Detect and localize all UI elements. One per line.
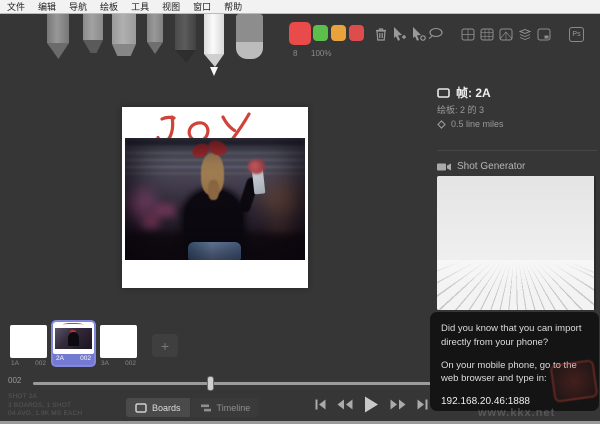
tool-brush-pen[interactable] [83,14,103,53]
frame-header: 帧: 2A [437,84,491,101]
duplicate-cursor-icon[interactable] [391,26,407,42]
stats-line-3: 04 AVG, 1.9K MS EACH [8,410,82,419]
menu-edit[interactable]: 编辑 [38,0,56,13]
photoshop-edit-button[interactable]: Ps [569,27,584,42]
thumbnail-id: 1A [11,360,19,367]
menu-file[interactable]: 文件 [7,0,25,13]
pen-mileage-row: 0.5 line miles [437,119,504,129]
view-mode-toggle: Boards Timeline [126,398,259,417]
board-thumbnail-2A-selected[interactable]: 2A 002 [51,320,96,367]
stats-line-2: 3 BOARDS, 1 SHOT [8,402,82,411]
watermark-stamp [550,359,599,403]
shot-generator-header: Shot Generator [437,161,525,172]
thumbnail-duration: 002 [80,355,91,362]
diamond-icon [437,120,446,129]
board-thumbnail-3A[interactable]: 3A 002 [100,325,137,367]
previous-board-button[interactable] [336,398,354,411]
shot-generator-preview[interactable] [437,176,596,310]
frame-title: 帧: 2A [456,84,491,101]
storyboarder-window: 文件 编辑 导航 绘板 工具 视图 窗口 帮助 8 100% [0,0,600,424]
menu-help[interactable]: 帮助 [224,0,242,13]
grid-icon[interactable] [461,28,475,41]
tool-marker[interactable] [112,14,136,56]
brush-size-value: 8 [293,49,297,58]
captions-icon[interactable] [537,28,551,41]
thumbnail-id: 3A [101,360,109,367]
board-thumbnail-1A[interactable]: 1A 002 [10,325,47,367]
playback-controls [314,395,429,414]
next-board-button[interactable] [389,398,407,411]
palette-color-green[interactable] [313,25,328,41]
shot-generator-title: Shot Generator [457,161,525,172]
timeline-label: Timeline [217,403,251,413]
camera-icon [437,162,451,172]
menu-bar: 文件 编辑 导航 绘板 工具 视图 窗口 帮助 [0,0,600,14]
palette-color-orange[interactable] [331,25,346,41]
tool-eraser[interactable] [236,14,263,59]
sidebar-divider [437,150,597,151]
boards-label: Boards [152,403,181,413]
add-board-button[interactable]: + [152,334,178,357]
current-color-swatch[interactable] [289,22,311,45]
board-frame-icon [437,88,450,98]
menu-navigation[interactable]: 导航 [69,0,87,13]
boards-icon [135,403,147,413]
menu-window[interactable]: 窗口 [193,0,211,13]
play-button[interactable] [363,395,380,414]
palette-color-red[interactable] [349,25,364,41]
menu-boards[interactable]: 绘板 [100,0,118,13]
tool-light-pencil[interactable] [47,14,69,59]
thirds-guide-icon[interactable] [480,28,494,41]
timeline-scrubber-handle[interactable] [207,376,214,391]
lasso-icon[interactable] [428,26,444,42]
pen-mileage-value: 0.5 line miles [451,119,504,129]
timeline-position-label: 002 [8,376,21,385]
reference-photo [125,138,305,260]
boards-view-button[interactable]: Boards [126,398,190,417]
thumbnail-duration: 002 [35,360,46,367]
skip-to-start-button[interactable] [314,398,327,411]
menu-view[interactable]: 视图 [162,0,180,13]
skip-to-end-button[interactable] [416,398,429,411]
tip-paragraph-1: Did you know that you can import directl… [441,322,588,350]
stats-line-1: SHOT 2A [8,393,82,402]
drawing-canvas[interactable] [122,107,308,288]
menu-tools[interactable]: 工具 [131,0,149,13]
brush-opacity-value: 100% [311,49,331,58]
tool-note-pen-selected[interactable] [204,14,224,76]
shot-stats: SHOT 2A 3 BOARDS, 1 SHOT 04 AVG, 1.9K MS… [8,393,82,419]
thumbnail-image [53,322,94,354]
onion-skin-icon[interactable] [518,28,532,41]
shot-generator-horizon-fade [437,260,594,310]
trash-icon[interactable] [373,26,389,42]
thumbnail-image [10,325,47,358]
timeline-icon [200,403,212,413]
board-counter: 绘板: 2 的 3 [437,103,484,116]
watermark-url: www.kkx.net [478,407,555,419]
perspective-guide-icon[interactable] [499,28,513,41]
timeline-view-button[interactable]: Timeline [191,398,260,417]
thumbnail-duration: 002 [125,360,136,367]
tool-pen[interactable] [175,14,196,63]
thumbnail-id: 2A [56,355,64,362]
move-cursor-icon[interactable] [410,26,426,42]
thumbnail-image [100,325,137,358]
tool-pencil[interactable] [147,14,163,54]
